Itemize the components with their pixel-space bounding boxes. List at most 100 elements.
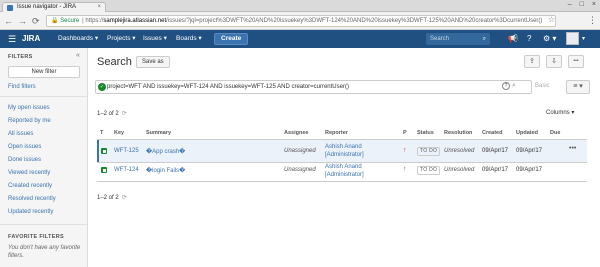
browser-title-bar: Issue navigator - JIRA × – □ × (0, 0, 600, 12)
columns-button[interactable]: Columns ▾ (546, 109, 574, 116)
column-header-priority[interactable]: P (403, 130, 407, 136)
issue-key-link[interactable]: WFT-124 (114, 167, 139, 173)
filter-done-issues[interactable]: Done issues (8, 157, 41, 163)
nav-issues[interactable]: Issues ▾ (143, 30, 167, 48)
filters-heading: FILTERS (8, 54, 33, 60)
table-row[interactable]: WFT-125 �App crash� Unassigned Ashish An… (97, 140, 587, 162)
assignee-value: Unassigned (284, 167, 316, 173)
export-icon[interactable]: ⇩ (546, 55, 562, 68)
nav-boards[interactable]: Boards ▾ (176, 30, 202, 48)
back-icon[interactable]: ← (4, 15, 13, 27)
assignee-value: Unassigned (284, 148, 316, 154)
url-host: samplejira.atlassian.net (103, 18, 167, 24)
issue-key-link[interactable]: WFT-125 (114, 148, 139, 154)
results-count: 1–2 of 2 ⟳ (97, 111, 127, 117)
basic-search-link[interactable]: Basic (535, 83, 550, 89)
close-tab-icon[interactable]: × (97, 3, 101, 12)
task-type-icon (101, 167, 107, 173)
settings-icon[interactable]: ⚙ ▾ (543, 33, 556, 45)
lock-icon: 🔒 (51, 18, 59, 24)
url-prefix: | https:// (82, 18, 104, 24)
reporter-link[interactable]: Ashish Anand (325, 163, 362, 171)
tab-title: Issue navigator - JIRA (17, 4, 77, 10)
nav-dashboards[interactable]: Dashboards ▾ (58, 30, 98, 48)
updated-date: 09/Apr/17 (516, 167, 543, 173)
column-header-resolution[interactable]: Resolution (444, 130, 472, 136)
column-header-reporter[interactable]: Reporter (325, 130, 348, 136)
sidebar-divider (0, 224, 87, 225)
created-date: 09/Apr/17 (482, 167, 509, 173)
find-filters-link[interactable]: Find filters (8, 84, 36, 90)
favorites-empty-message: You don't have any favorite filters. (8, 245, 81, 259)
priority-high-icon: ↑ (403, 166, 407, 173)
minimize-icon[interactable]: – (568, 1, 572, 8)
column-header-key[interactable]: Key (114, 130, 124, 136)
share-icon[interactable]: ⇪ (524, 55, 540, 68)
syntax-help-icon[interactable]: ? (502, 82, 510, 90)
jira-top-nav: ☰ JIRA Dashboards ▾ Projects ▾ Issues ▾ … (0, 30, 600, 48)
app-switcher-icon[interactable]: ☰ (8, 30, 16, 48)
quick-search-placeholder: Search (430, 36, 450, 42)
page-title: Search (97, 56, 132, 68)
url-path: /issues/?jql=project%3DWFT%20AND%20issue… (166, 18, 543, 24)
status-badge: TO DO (417, 147, 441, 156)
jql-query-text: project=WFT AND issuekey=WFT-124 AND iss… (107, 84, 349, 90)
favorite-filters-heading: FAVORITE FILTERS (8, 234, 64, 240)
url-input[interactable]: 🔒 Secure | https://samplejira.atlassian.n… (46, 15, 556, 27)
reporter-link[interactable]: Ashish Anand (325, 143, 362, 151)
forward-icon[interactable]: → (18, 15, 27, 27)
filter-all-issues[interactable]: All issues (8, 131, 33, 137)
profile-caret-icon[interactable]: ▾ (582, 33, 585, 45)
new-filter-button[interactable]: New filter (8, 66, 80, 78)
resolution-value: Unresolved (444, 167, 475, 173)
close-window-icon[interactable]: × (592, 1, 596, 8)
reload-icon[interactable]: ⟳ (32, 15, 40, 27)
filter-reported-by-me[interactable]: Reported by me (8, 118, 51, 124)
filters-sidebar: FILTERS « New filter Find filters My ope… (0, 48, 88, 267)
secure-label: Secure (60, 18, 80, 24)
more-actions-icon[interactable]: ••• (568, 55, 584, 68)
nav-projects[interactable]: Projects ▾ (107, 30, 136, 48)
filter-open-issues[interactable]: Open issues (8, 144, 41, 150)
column-header-assignee[interactable]: Assignee (284, 130, 308, 136)
column-header-type[interactable]: T (100, 130, 103, 136)
jql-query-input[interactable]: ✓ project=WFT AND issuekey=WFT-124 AND i… (95, 80, 532, 94)
filter-resolved-recently[interactable]: Resolved recently (8, 196, 56, 202)
sidebar-divider (0, 96, 87, 97)
task-type-icon (101, 148, 107, 154)
column-header-summary[interactable]: Summary (146, 130, 171, 136)
reporter-role: [Administrator] (325, 172, 364, 178)
maximize-icon[interactable]: □ (580, 1, 584, 8)
address-bar-row: ← → ⟳ 🔒 Secure | https://samplejira.atlas… (0, 12, 600, 30)
filter-viewed-recently[interactable]: Viewed recently (8, 170, 50, 176)
save-as-button[interactable]: Save as (136, 56, 170, 68)
issue-summary-link[interactable]: �App crash� (146, 148, 185, 155)
column-header-status[interactable]: Status (417, 130, 434, 136)
avatar[interactable] (566, 32, 579, 45)
refresh-icon[interactable]: ⟳ (122, 111, 127, 117)
help-icon[interactable]: ? (527, 33, 531, 45)
feedback-icon[interactable]: 📢 (508, 33, 518, 45)
layout-switcher-icon[interactable]: ≡ ▾ (566, 80, 590, 94)
browser-menu-icon[interactable]: ⋮ (588, 15, 597, 26)
bookmark-star-icon[interactable]: ☆ (548, 15, 555, 24)
reporter-role: [Administrator] (325, 152, 364, 158)
priority-high-icon: ↑ (403, 147, 407, 154)
valid-query-icon: ✓ (98, 83, 106, 91)
search-icon[interactable]: ⌕ (512, 82, 516, 90)
filter-updated-recently[interactable]: Updated recently (8, 209, 53, 215)
resolution-value: Unresolved (444, 148, 475, 154)
filter-created-recently[interactable]: Created recently (8, 183, 52, 189)
column-header-created[interactable]: Created (482, 130, 502, 136)
issue-summary-link[interactable]: �login Fails� (146, 167, 185, 174)
jira-logo[interactable]: JIRA (22, 30, 40, 48)
browser-tab[interactable]: Issue navigator - JIRA × (2, 2, 106, 12)
filter-my-open-issues[interactable]: My open issues (8, 105, 50, 111)
row-actions-icon[interactable]: ••• (569, 145, 576, 152)
column-header-updated[interactable]: Updated (516, 130, 538, 136)
refresh-icon[interactable]: ⟳ (122, 195, 127, 201)
collapse-sidebar-icon[interactable]: « (76, 52, 80, 59)
quick-search-input[interactable]: Search ⌕ (426, 33, 490, 45)
column-header-due[interactable]: Due (550, 130, 560, 136)
create-button[interactable]: Create (214, 33, 249, 45)
